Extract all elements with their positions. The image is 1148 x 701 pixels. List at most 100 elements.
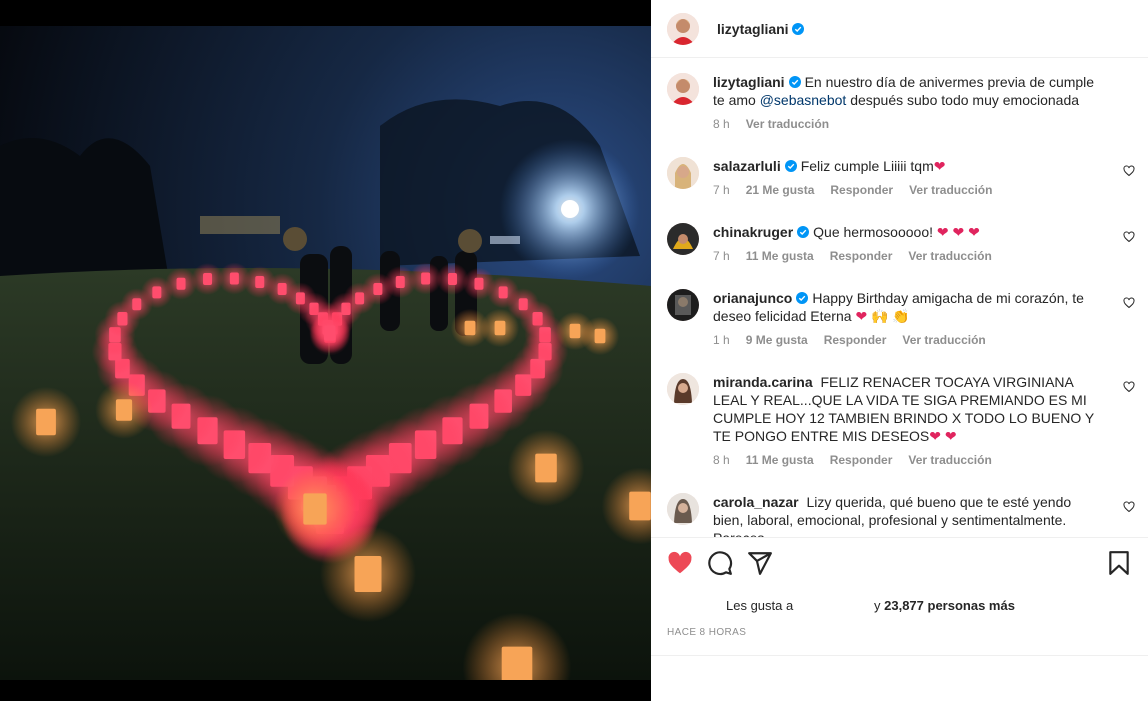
lantern bbox=[152, 286, 162, 299]
comment-time[interactable]: 1 h bbox=[713, 331, 730, 349]
comment-text: Que hermosooooo! bbox=[813, 224, 933, 240]
comment-like-heart-icon[interactable] bbox=[1123, 231, 1135, 243]
lantern bbox=[474, 277, 484, 290]
action-icon-row bbox=[667, 550, 1132, 578]
comment-likes[interactable]: 21 Me gusta bbox=[746, 181, 815, 199]
comment-likes[interactable]: 9 Me gusta bbox=[746, 331, 808, 349]
comment-item: chinakruger Que hermosooooo! ❤ ❤ ❤ 7 h 11… bbox=[667, 223, 1137, 265]
lantern bbox=[36, 408, 56, 436]
lantern bbox=[203, 273, 213, 286]
likes-prefix: Les gusta a bbox=[726, 598, 794, 613]
comment-reply-button[interactable]: Responder bbox=[824, 331, 887, 349]
verified-badge-icon bbox=[784, 160, 797, 172]
post-side-pane: lizytagliani lizytagliani En nuestro día … bbox=[651, 0, 1148, 701]
verified-badge-icon bbox=[796, 292, 809, 304]
caption-time[interactable]: 8 h bbox=[713, 115, 730, 133]
lantern bbox=[535, 453, 557, 483]
post-header: lizytagliani bbox=[651, 0, 1148, 58]
comment-meta: 7 h 11 Me gusta Responder Ver traducción bbox=[713, 247, 1103, 265]
comment-like-heart-icon[interactable] bbox=[1123, 297, 1135, 309]
comment-translate[interactable]: Ver traducción bbox=[909, 181, 992, 199]
comment-translate[interactable]: Ver traducción bbox=[908, 247, 991, 265]
comment-meta: 7 h 21 Me gusta Responder Ver traducción bbox=[713, 181, 1103, 199]
commenter-avatar[interactable] bbox=[667, 223, 699, 255]
caption-translate[interactable]: Ver traducción bbox=[746, 115, 829, 133]
comment-reply-button[interactable]: Responder bbox=[830, 451, 893, 469]
post-caption: lizytagliani En nuestro día de anivermes … bbox=[667, 73, 1137, 133]
comment-emoji: ❤ bbox=[933, 158, 946, 174]
lantern bbox=[498, 286, 508, 299]
comment-item: carola_nazar Lizy querida, qué bueno que… bbox=[667, 493, 1137, 537]
lantern bbox=[494, 320, 506, 336]
lantern bbox=[132, 298, 142, 311]
author-username[interactable]: lizytagliani bbox=[717, 21, 789, 37]
comment-meta: 8 h 11 Me gusta Responder Ver traducción bbox=[713, 451, 1103, 469]
comment-meta: 1 h 9 Me gusta Responder Ver traducción bbox=[713, 331, 1103, 349]
comment-item: orianajunco Happy Birthday amigacha de mi… bbox=[667, 289, 1137, 349]
comment-reply-button[interactable]: Responder bbox=[830, 247, 893, 265]
comment-translate[interactable]: Ver traducción bbox=[908, 451, 991, 469]
verified-badge-icon bbox=[788, 76, 801, 88]
comment-like-heart-icon[interactable] bbox=[1123, 165, 1135, 177]
lantern bbox=[115, 399, 133, 421]
lantern bbox=[229, 272, 239, 285]
commenter-avatar[interactable] bbox=[667, 493, 699, 525]
lantern bbox=[629, 491, 651, 521]
lantern bbox=[324, 325, 336, 341]
comments-list[interactable]: lizytagliani En nuestro día de anivermes … bbox=[651, 59, 1148, 537]
comment-reply-button[interactable]: Responder bbox=[830, 181, 893, 199]
share-icon[interactable] bbox=[747, 550, 773, 576]
comment-like-heart-icon[interactable] bbox=[1123, 501, 1135, 513]
comment-time[interactable]: 7 h bbox=[713, 181, 730, 199]
commenter-avatar[interactable] bbox=[667, 157, 699, 189]
lantern bbox=[569, 323, 581, 339]
commenter-username[interactable]: chinakruger bbox=[713, 224, 793, 240]
lantern bbox=[395, 276, 405, 289]
lantern bbox=[464, 320, 476, 336]
commenter-avatar[interactable] bbox=[667, 289, 699, 321]
lantern bbox=[255, 276, 265, 289]
verified-badge-icon bbox=[797, 226, 810, 238]
comment-likes[interactable]: 11 Me gusta bbox=[746, 451, 814, 469]
commenter-username[interactable]: salazarluli bbox=[713, 158, 781, 174]
caption-tail: después subo todo muy emocionada bbox=[850, 92, 1080, 108]
likes-summary[interactable]: y 23,877 personas más bbox=[874, 598, 1015, 613]
commenter-username[interactable]: carola_nazar bbox=[713, 494, 799, 510]
lantern bbox=[594, 328, 606, 344]
comment-item: miranda.carina FELIZ RENACER TOCAYA VIRG… bbox=[667, 373, 1137, 469]
divider bbox=[651, 655, 1148, 656]
comment-like-heart-icon[interactable] bbox=[1123, 381, 1135, 393]
comment-likes[interactable]: 11 Me gusta bbox=[746, 247, 814, 265]
caption-meta: 8 h Ver traducción bbox=[713, 115, 1105, 133]
bookmark-icon[interactable] bbox=[1106, 550, 1132, 576]
comment-emoji: ❤ ❤ bbox=[929, 428, 957, 444]
author-avatar[interactable] bbox=[667, 73, 699, 105]
post-photo[interactable] bbox=[0, 26, 651, 680]
commenter-avatar[interactable] bbox=[667, 373, 699, 405]
post-media-pane bbox=[0, 0, 651, 701]
comment-text: Feliz cumple Liiiii tqm bbox=[800, 158, 934, 174]
comment-emoji: ❤ 🙌 👏 bbox=[855, 308, 910, 324]
lantern bbox=[501, 646, 533, 680]
author-avatar[interactable] bbox=[667, 12, 699, 45]
lantern bbox=[176, 277, 186, 290]
likes-count[interactable]: 23,877 personas más bbox=[884, 598, 1015, 613]
caption-username[interactable]: lizytagliani bbox=[713, 74, 785, 90]
likes-and: y bbox=[874, 598, 881, 613]
lantern bbox=[354, 556, 382, 592]
commenter-username[interactable]: miranda.carina bbox=[713, 374, 813, 390]
comment-item: salazarluli Feliz cumple Liiiii tqm❤ 7 h … bbox=[667, 157, 1137, 199]
verified-badge-icon bbox=[791, 22, 804, 35]
heart-icon[interactable] bbox=[667, 550, 693, 576]
comment-icon[interactable] bbox=[707, 550, 733, 576]
lantern bbox=[447, 273, 457, 286]
commenter-username[interactable]: orianajunco bbox=[713, 290, 792, 306]
comment-translate[interactable]: Ver traducción bbox=[902, 331, 985, 349]
caption-mention[interactable]: @sebasnebot bbox=[760, 92, 847, 108]
lantern bbox=[421, 272, 431, 285]
comment-emoji: ❤ ❤ ❤ bbox=[936, 224, 980, 240]
post-actions: Les gusta a y 23,877 personas más HACE 8… bbox=[651, 537, 1148, 701]
post-time-ago[interactable]: HACE 8 HORAS bbox=[667, 627, 746, 638]
comment-time[interactable]: 7 h bbox=[713, 247, 730, 265]
comment-time[interactable]: 8 h bbox=[713, 451, 730, 469]
